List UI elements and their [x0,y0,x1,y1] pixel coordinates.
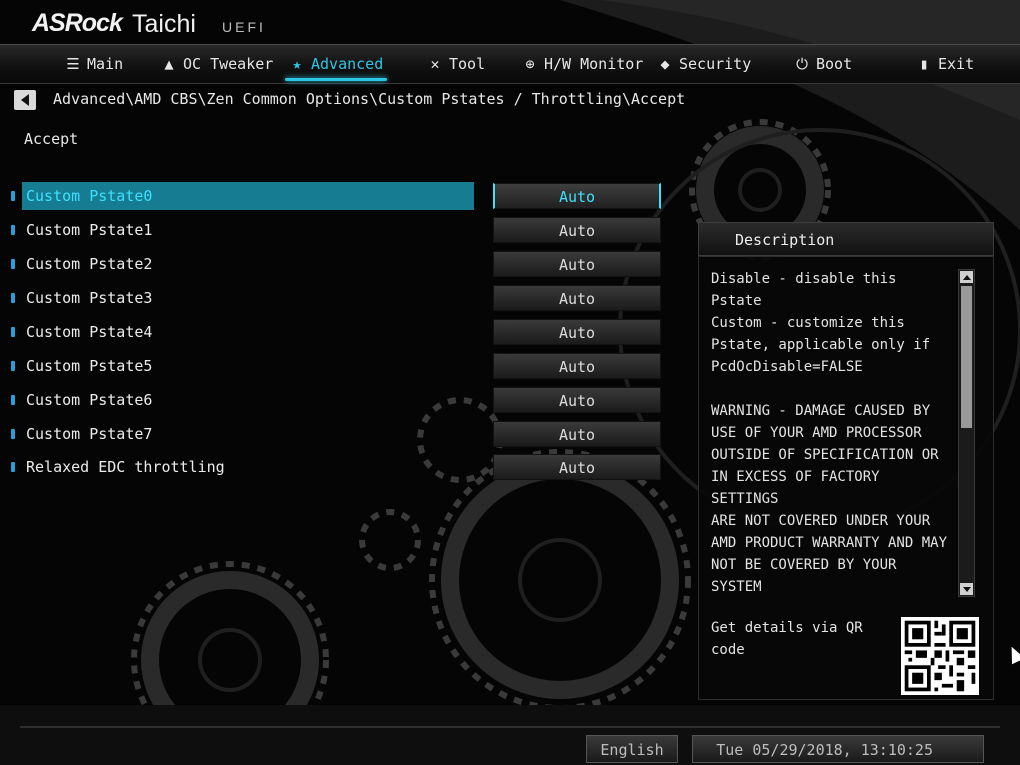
setting-row-custom-pstate6[interactable]: Custom Pstate6 Auto [0,386,700,414]
setting-label: Custom Pstate1 [26,221,153,239]
tab-hw-monitor[interactable]: ⊕ H/W Monitor [522,45,643,83]
bullet-icon [11,259,15,269]
tab-boot[interactable]: ⏻ Boot [794,45,852,83]
setting-label: Custom Pstate3 [26,289,153,307]
description-scrollbar[interactable] [958,269,975,597]
scroll-thumb[interactable] [961,286,972,428]
exit-icon: ▮ [919,55,929,73]
bullet-icon [11,462,15,472]
tab-exit[interactable]: ▮ Exit [916,45,974,83]
bullet-icon [11,429,15,439]
brand-header: ASRock Taichi UEFI [0,0,1020,44]
arrow-down-icon [962,586,971,592]
tab-label: Exit [938,55,975,73]
setting-value-dropdown[interactable]: Auto [493,387,661,413]
setting-row-custom-pstate5[interactable]: Custom Pstate5 Auto [0,352,700,380]
tab-label: Advanced [311,55,384,73]
bullet-icon [11,191,15,201]
bullet-icon [11,293,15,303]
setting-row-custom-pstate2[interactable]: Custom Pstate2 Auto [0,250,700,278]
back-arrow-icon [21,94,29,106]
page-title: Accept [24,130,79,148]
tab-label: Boot [816,55,853,73]
setting-value-dropdown[interactable]: Auto [493,353,661,379]
setting-label: Custom Pstate5 [26,357,153,375]
setting-label: Custom Pstate7 [26,425,153,443]
setting-row-custom-pstate4[interactable]: Custom Pstate4 Auto [0,318,700,346]
tab-advanced[interactable]: ★ Advanced [284,45,388,83]
setting-label: Custom Pstate6 [26,391,153,409]
setting-value-dropdown[interactable]: Auto [493,319,661,345]
arrow-up-icon [962,274,971,280]
power-icon: ⏻ [796,55,808,73]
tab-main[interactable]: ☰ Main [65,45,123,83]
tools-icon: ✕ [430,55,440,73]
firmware-label: UEFI [222,19,266,35]
tab-tool[interactable]: ✕ Tool [427,45,485,83]
main-menu-bar: ☰ Main ▲ OC Tweaker ★ Advanced ✕ Tool ⊕ … [0,44,1020,84]
description-text: Disable - disable this Pstate Custom - c… [711,271,948,595]
setting-value-dropdown[interactable]: Auto [493,454,661,480]
bullet-icon [11,225,15,235]
setting-row-relaxed-edc-throttling[interactable]: Relaxed EDC throttling Auto [0,453,700,481]
setting-label: Custom Pstate2 [26,255,153,273]
scroll-up-button[interactable] [960,271,973,283]
brand-model: Taichi [132,10,196,38]
bullet-icon [11,395,15,405]
datetime-display: Tue 05/29/2018, 13:10:25 [692,735,984,763]
breadcrumb: Advanced\AMD CBS\Zen Common Options\Cust… [53,90,686,108]
setting-value-dropdown[interactable]: Auto [493,217,661,243]
brand-logo: ASRock [32,9,123,37]
setting-value-dropdown[interactable]: Auto [493,285,661,311]
description-header: Description [698,222,994,256]
tab-security[interactable]: ◆ Security [657,45,751,83]
description-title: Description [735,231,835,249]
setting-label: Custom Pstate4 [26,323,153,341]
crosshair-icon: ⊕ [525,55,535,73]
setting-label: Custom Pstate0 [22,182,474,210]
language-button[interactable]: English [586,735,678,763]
setting-row-custom-pstate1[interactable]: Custom Pstate1 Auto [0,216,700,244]
shield-icon: ◆ [660,55,670,73]
setting-value-dropdown[interactable]: Auto [493,183,661,209]
bullet-icon [11,327,15,337]
qr-caption: Get details via QR code [711,620,863,658]
setting-value-dropdown[interactable]: Auto [493,251,661,277]
setting-row-custom-pstate7[interactable]: Custom Pstate7 Auto [0,420,700,448]
scroll-down-button[interactable] [960,583,973,595]
tab-label: Tool [449,55,486,73]
list-icon: ☰ [66,55,80,73]
tab-label: H/W Monitor [544,55,644,73]
star-icon: ★ [292,55,302,73]
tab-oc-tweaker[interactable]: ▲ OC Tweaker [161,45,273,83]
back-button[interactable] [14,90,36,110]
footer-bar: English Tue 05/29/2018, 13:10:25 [0,727,1020,765]
tab-label: Main [87,55,124,73]
tab-label: OC Tweaker [183,55,274,73]
setting-label: Relaxed EDC throttling [26,458,225,476]
rocket-icon: ▲ [164,55,174,73]
tab-label: Security [679,55,752,73]
bullet-icon [11,361,15,371]
setting-row-custom-pstate3[interactable]: Custom Pstate3 Auto [0,284,700,312]
qr-code-icon [901,617,979,695]
setting-row-custom-pstate0[interactable]: Custom Pstate0 Auto [0,182,700,210]
setting-value-dropdown[interactable]: Auto [493,421,661,447]
description-panel: Disable - disable this Pstate Custom - c… [698,256,994,700]
